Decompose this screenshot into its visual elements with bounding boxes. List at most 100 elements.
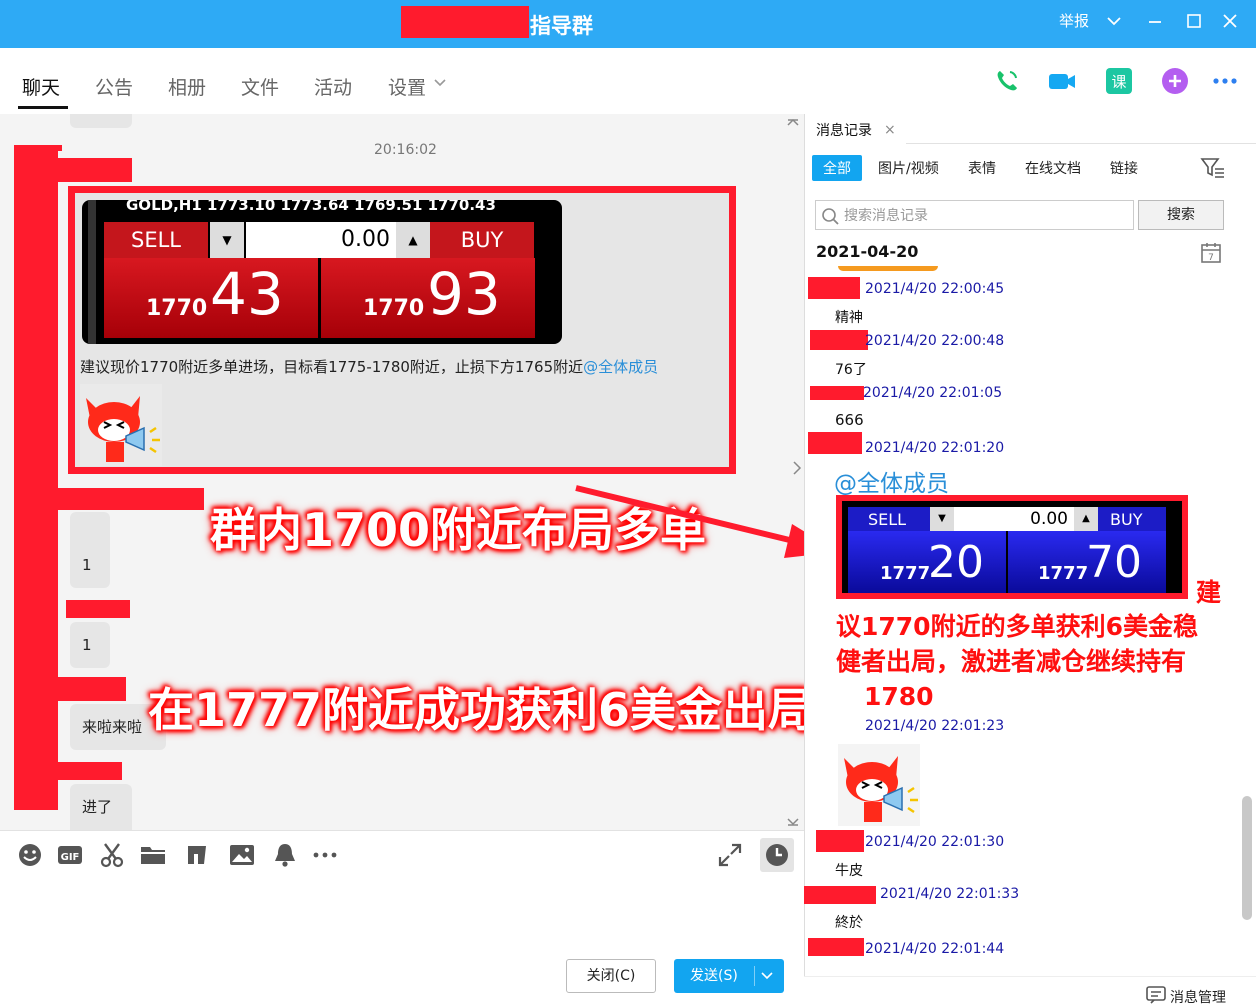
analyst-note-line: 议1770附近的多单获利6美金稳 — [836, 612, 1198, 641]
entry-text: 76了 — [835, 362, 867, 378]
chevron-down-icon[interactable] — [433, 76, 447, 90]
filter-links[interactable]: 链接 — [1110, 158, 1138, 178]
message-manage-button[interactable]: 消息管理 — [1170, 987, 1226, 1007]
annotation-arrow — [575, 485, 838, 558]
volume-up-icon: ▲ — [1074, 507, 1098, 531]
bell-icon[interactable] — [272, 842, 298, 868]
svg-text:7: 7 — [1208, 253, 1214, 263]
ask-price-digits: 93 — [427, 260, 501, 328]
history-tab-title[interactable]: 消息记录 — [816, 120, 872, 140]
redacted-group-name — [401, 6, 529, 38]
folder-icon[interactable] — [140, 842, 166, 868]
collapse-up-icon[interactable] — [786, 116, 800, 128]
add-app-icon[interactable] — [1160, 66, 1190, 96]
ask-price-prefix: 1770 — [363, 296, 425, 321]
filter-docs[interactable]: 在线文档 — [1025, 158, 1081, 178]
maximize-icon[interactable] — [1186, 13, 1202, 29]
redaction-bar — [66, 600, 130, 618]
entry-timestamp: 2021/4/20 22:01:30 — [865, 834, 1005, 850]
entry-timestamp: 2021/4/20 22:01:23 — [865, 718, 1005, 734]
voice-call-icon[interactable] — [992, 66, 1022, 96]
emoji-icon[interactable] — [17, 842, 43, 868]
clock-icon[interactable] — [764, 842, 790, 868]
entry-text: 精神 — [835, 310, 863, 326]
tab-activity[interactable]: 活动 — [314, 73, 352, 100]
volume-field: 0.00 — [954, 507, 1074, 531]
tab-settings[interactable]: 设置 — [388, 73, 426, 100]
history-date-header: 2021-04-20 — [816, 242, 919, 261]
redaction-bar — [14, 145, 58, 810]
gif-icon[interactable]: GIF — [57, 842, 83, 868]
filter-media[interactable]: 图片/视频 — [878, 158, 939, 178]
chevron-down-icon[interactable] — [1106, 13, 1122, 29]
trading-panel-2: SELL ▼ 0.00 ▲ BUY 1777 20 1777 70 — [836, 495, 1188, 599]
tab-chat[interactable]: 聊天 — [22, 73, 60, 100]
entry-text: 666 — [835, 411, 864, 429]
bid-price-digits: 43 — [210, 260, 284, 328]
history-search-input[interactable]: 搜索消息记录 — [815, 200, 1134, 230]
entry-timestamp: 2021/4/20 22:01:05 — [863, 385, 1003, 401]
history-tab-divider — [906, 143, 1256, 144]
more-tools-icon[interactable] — [312, 842, 338, 868]
redacted-sender — [810, 386, 864, 400]
expand-input-icon[interactable] — [717, 842, 743, 868]
suggestion-text: 建议现价1770附近多单进场，目标看1775-1780附近，止损下方1765附近 — [80, 358, 584, 376]
tab-announcement[interactable]: 公告 — [95, 73, 133, 100]
more-icon[interactable] — [1211, 66, 1241, 96]
report-button[interactable]: 举报 — [1059, 10, 1089, 31]
message-manage-icon[interactable] — [1146, 986, 1166, 1004]
bid-price-prefix: 1777 — [880, 563, 931, 584]
entry-timestamp: 2021/4/20 22:00:45 — [865, 281, 1005, 297]
entry-timestamp: 2021/4/20 22:01:20 — [865, 440, 1005, 456]
close-icon[interactable] — [1222, 13, 1238, 29]
music-icon[interactable] — [184, 842, 210, 868]
trade-suggestion: 建议现价1770附近多单进场，目标看1775-1780附近，止损下方1765附近… — [80, 356, 658, 377]
buy-button: BUY — [1110, 510, 1143, 529]
send-button[interactable]: 发送(S) — [674, 959, 784, 993]
expand-panel-icon[interactable] — [790, 455, 804, 481]
redacted-sender — [804, 886, 876, 904]
fox-megaphone-sticker[interactable] — [80, 384, 162, 466]
sticker-edge — [838, 266, 938, 271]
filter-all[interactable]: 全部 — [812, 155, 862, 181]
entry-mention[interactable]: @全体成员 — [834, 464, 949, 498]
class-icon[interactable]: 课 — [1104, 66, 1134, 96]
panel-border — [88, 200, 96, 344]
filter-stickers[interactable]: 表情 — [968, 158, 996, 178]
redaction-bar — [58, 677, 126, 701]
tab-album[interactable]: 相册 — [168, 73, 206, 100]
history-search-button[interactable]: 搜索 — [1138, 200, 1224, 230]
ask-price-digits: 70 — [1086, 537, 1142, 588]
redaction-bar — [58, 145, 62, 151]
annotation-exit: 在1777附近成功获利6美金出局 — [148, 683, 815, 737]
entry-timestamp: 2021/4/20 22:01:44 — [865, 941, 1005, 957]
volume-field: 0.00 — [246, 222, 396, 258]
entry-text: 牛皮 — [835, 863, 863, 879]
redaction-bar — [58, 488, 204, 510]
image-icon[interactable] — [229, 842, 255, 868]
collapse-down-icon[interactable] — [786, 816, 800, 828]
close-tab-icon[interactable]: × — [884, 122, 896, 138]
analyst-note-line: 1780 — [864, 682, 934, 711]
history-scrollbar[interactable] — [1242, 796, 1252, 920]
svg-text:课: 课 — [1111, 73, 1126, 91]
video-call-icon[interactable] — [1047, 66, 1077, 96]
symbol-quote: GOLD,H1 1773.10 1773.64 1769.51 1770.43 — [126, 200, 496, 214]
tab-files[interactable]: 文件 — [241, 73, 279, 100]
calendar-icon[interactable]: 7 — [1200, 242, 1222, 264]
filter-icon[interactable] — [1200, 156, 1226, 178]
redacted-sender — [808, 277, 860, 299]
minimize-icon[interactable] — [1147, 13, 1163, 29]
fox-megaphone-sticker[interactable] — [838, 744, 920, 826]
redaction-bar — [58, 158, 132, 182]
search-icon — [822, 208, 839, 225]
mention-all[interactable]: @全体成员 — [583, 358, 658, 376]
close-button[interactable]: 关闭(C) — [566, 959, 656, 993]
redacted-sender — [816, 830, 864, 852]
scissors-icon[interactable] — [99, 842, 125, 868]
redacted-sender — [808, 938, 864, 956]
volume-down-icon: ▼ — [930, 507, 954, 531]
chevron-down-icon[interactable] — [760, 970, 774, 982]
analyst-note-line: 建 — [1196, 578, 1222, 607]
message-bubble: 1 — [70, 622, 110, 668]
